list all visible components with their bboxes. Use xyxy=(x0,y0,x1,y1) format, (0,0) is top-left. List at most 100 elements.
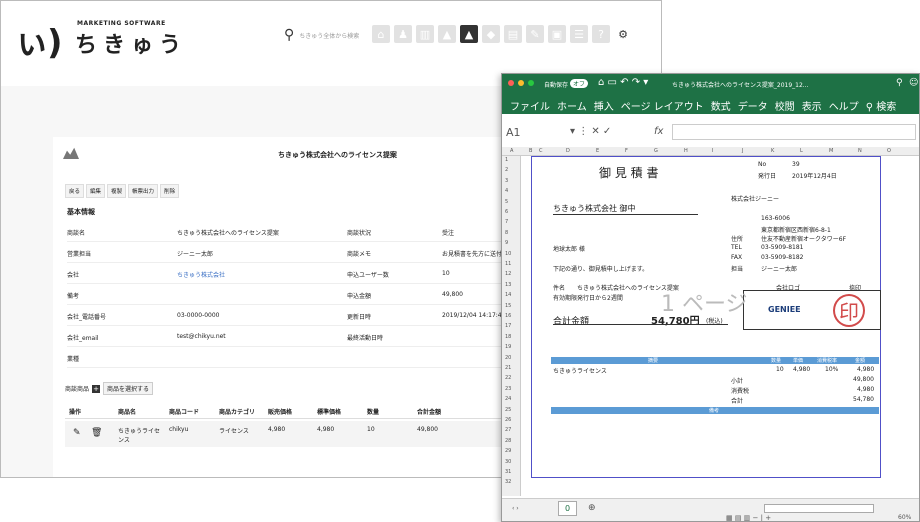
view-mode-icons[interactable]: ▦ ▤ ▥ − | + xyxy=(726,514,771,521)
name-box[interactable]: A1 xyxy=(506,126,521,139)
box-icon[interactable]: ◆ xyxy=(482,25,500,43)
row-header[interactable]: 20 xyxy=(505,355,511,361)
field-value[interactable]: ちきゅう株式会社 xyxy=(177,270,225,279)
chart-icon[interactable]: ▲ xyxy=(438,25,456,43)
column-header[interactable]: G xyxy=(654,148,658,154)
duplicate-button[interactable]: 複製 xyxy=(107,184,127,198)
export-button[interactable]: 帳票出力 xyxy=(128,184,159,198)
briefcase-icon[interactable]: ▲ xyxy=(460,25,478,43)
plus-icon[interactable]: + xyxy=(92,384,101,393)
building-icon[interactable]: ▥ xyxy=(416,25,434,43)
row-header[interactable]: 14 xyxy=(505,292,511,298)
row-header[interactable]: 25 xyxy=(505,407,511,413)
row-header[interactable]: 7 xyxy=(505,219,508,225)
add-sheet-icon[interactable]: ⊕ xyxy=(588,503,596,513)
tab-page-layout[interactable]: ページ レイアウト xyxy=(621,98,704,113)
pencil-icon[interactable]: ✎ xyxy=(526,25,544,43)
home-icon[interactable]: ⌂ xyxy=(372,25,390,43)
row-header[interactable]: 17 xyxy=(505,323,511,329)
column-header[interactable]: I xyxy=(712,148,713,154)
row-header[interactable]: 27 xyxy=(505,427,511,433)
search-input[interactable]: ちきゅう全体から検索 xyxy=(299,31,359,40)
row-header[interactable]: 1 xyxy=(505,157,508,163)
smiley-icon[interactable]: ☺ xyxy=(909,78,918,88)
search-icon[interactable]: ⚲ xyxy=(284,27,294,43)
row-header[interactable]: 5 xyxy=(505,199,508,205)
row-header[interactable]: 10 xyxy=(505,251,511,257)
row-header[interactable]: 13 xyxy=(505,282,511,288)
minimize-icon[interactable] xyxy=(518,80,524,86)
tab-home[interactable]: ホーム xyxy=(557,98,587,113)
column-header[interactable]: E xyxy=(596,148,599,154)
maximize-icon[interactable] xyxy=(528,80,534,86)
sheet-tab[interactable]: 0 xyxy=(558,501,578,516)
list-icon[interactable]: ☰ xyxy=(570,25,588,43)
row-header[interactable]: 16 xyxy=(505,313,511,319)
clipboard-icon[interactable]: ▤ xyxy=(504,25,522,43)
dropdown-icon[interactable]: ▾ ⋮ ✕ ✓ xyxy=(570,126,611,137)
tab-view[interactable]: 表示 xyxy=(802,98,822,113)
edit-button[interactable]: 編集 xyxy=(86,184,106,198)
column-header[interactable]: C xyxy=(539,148,543,154)
column-header[interactable]: M xyxy=(829,148,833,154)
formula-input[interactable] xyxy=(672,124,916,140)
column-header[interactable]: N xyxy=(858,148,862,154)
nav-arrows-icon[interactable]: ‹ › xyxy=(512,505,519,512)
horizontal-scrollbar[interactable] xyxy=(764,504,874,513)
row-header[interactable]: 18 xyxy=(505,334,511,340)
row-header[interactable]: 28 xyxy=(505,438,511,444)
tab-formulas[interactable]: 数式 xyxy=(711,98,731,113)
close-icon[interactable] xyxy=(508,80,514,86)
column-header[interactable]: H xyxy=(684,148,688,154)
row-header[interactable]: 19 xyxy=(505,344,511,350)
row-header[interactable]: 23 xyxy=(505,386,511,392)
row-header[interactable]: 21 xyxy=(505,365,511,371)
tab-insert[interactable]: 挿入 xyxy=(594,98,614,113)
row-header[interactable]: 9 xyxy=(505,240,508,246)
column-header[interactable]: B xyxy=(529,148,532,154)
row-header[interactable]: 22 xyxy=(505,375,511,381)
trash-icon[interactable]: 🗑 xyxy=(91,428,102,438)
row-header[interactable]: 29 xyxy=(505,448,511,454)
row-header[interactable]: 12 xyxy=(505,271,511,277)
user-icon[interactable]: ♟ xyxy=(394,25,412,43)
gear-icon[interactable]: ⚙ xyxy=(614,25,632,43)
row-header[interactable]: 24 xyxy=(505,396,511,402)
edit-icon[interactable]: ✎ xyxy=(73,428,81,438)
row-header[interactable]: 15 xyxy=(505,303,511,309)
image-icon[interactable]: ▣ xyxy=(548,25,566,43)
column-header[interactable]: J xyxy=(742,148,743,154)
worksheet[interactable]: 御 見 積 書 No 39 発行日 2019年12月4日 株式会社ジーニー ちき… xyxy=(521,156,919,496)
row-header[interactable]: 31 xyxy=(505,469,511,475)
row-header[interactable]: 11 xyxy=(505,261,511,267)
column-header[interactable]: L xyxy=(800,148,803,154)
select-products-button[interactable]: 商品を選択する xyxy=(103,382,154,395)
row-header[interactable]: 26 xyxy=(505,417,511,423)
column-header[interactable]: D xyxy=(566,148,570,154)
quick-access-icons[interactable]: ⌂ ▭ ↶ ↷ ▾ xyxy=(598,77,648,88)
column-header[interactable]: A xyxy=(510,148,513,154)
row-header[interactable]: 4 xyxy=(505,188,508,194)
delete-button[interactable]: 削除 xyxy=(160,184,180,198)
logo-mark[interactable]: ぃ) xyxy=(15,15,63,64)
tab-file[interactable]: ファイル xyxy=(510,98,550,113)
tab-help[interactable]: ヘルプ xyxy=(829,98,859,113)
tab-review[interactable]: 校閲 xyxy=(775,98,795,113)
help-icon[interactable]: ? xyxy=(592,25,610,43)
tab-data[interactable]: データ xyxy=(738,98,768,113)
product-name[interactable]: ちきゅうライセンス xyxy=(118,426,163,444)
back-button[interactable]: 戻る xyxy=(65,184,85,198)
row-header[interactable]: 2 xyxy=(505,167,508,173)
autosave-toggle[interactable]: オフ xyxy=(570,79,589,88)
fx-label[interactable]: fx xyxy=(654,126,663,137)
column-header[interactable]: O xyxy=(887,148,891,154)
search-icon[interactable]: ⚲ xyxy=(896,78,903,88)
tab-search[interactable]: ⚲ 検索 xyxy=(866,98,897,113)
row-header[interactable]: 32 xyxy=(505,479,511,485)
row-header[interactable]: 6 xyxy=(505,209,508,215)
column-header[interactable]: K xyxy=(771,148,774,154)
row-header[interactable]: 8 xyxy=(505,230,508,236)
row-header[interactable]: 30 xyxy=(505,459,511,465)
global-search[interactable]: ⚲ ちきゅう全体から検索 xyxy=(284,27,359,43)
row-header[interactable]: 3 xyxy=(505,178,508,184)
